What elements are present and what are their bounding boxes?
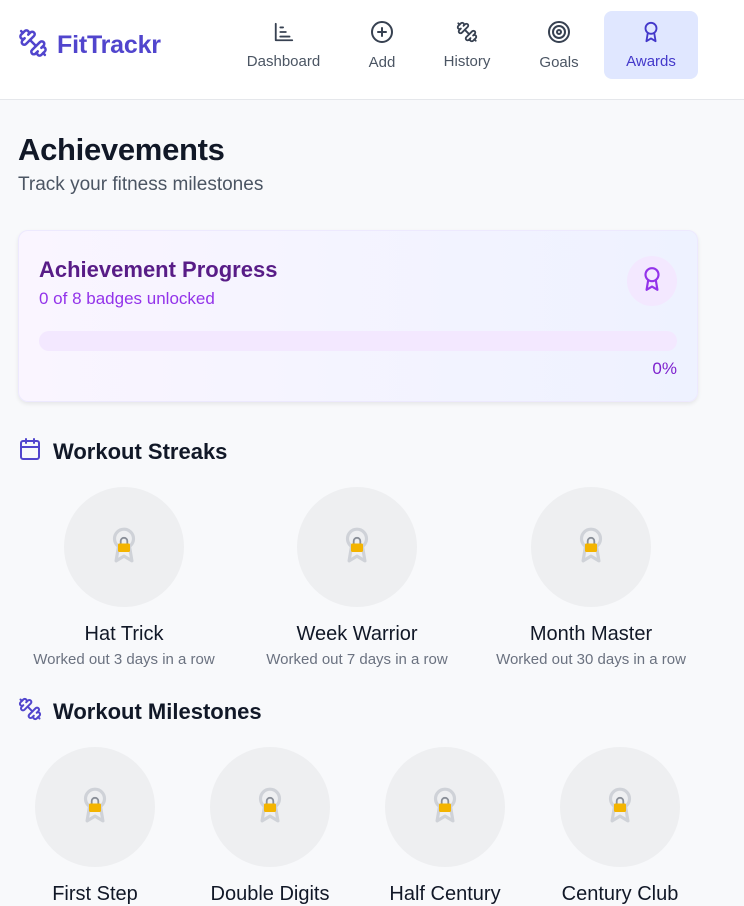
nav-label: Dashboard xyxy=(246,52,321,70)
badge-description: Worked out 3 days in a row xyxy=(33,651,215,668)
page-subtitle: Track your fitness milestones xyxy=(18,174,264,195)
page-title: Achievements xyxy=(18,132,225,167)
badge-circle xyxy=(64,487,184,607)
nav-dashboard[interactable]: Dashboard xyxy=(235,11,332,79)
award-icon xyxy=(640,21,662,48)
badge-month-master[interactable]: Month Master Worked out 30 days in a row xyxy=(481,487,701,668)
brand-name: FitTrackr xyxy=(57,31,161,59)
nav-awards[interactable]: Awards xyxy=(604,11,698,79)
badge-circle xyxy=(560,747,680,867)
lock-icon xyxy=(88,796,102,818)
calendar-icon xyxy=(18,437,42,466)
badge-name: Century Club xyxy=(561,883,679,905)
nav-label: Add xyxy=(368,53,396,71)
achievement-progress-card: Achievement Progress 0 of 8 badges unloc… xyxy=(18,230,698,402)
lock-icon xyxy=(263,796,277,818)
badge-circle xyxy=(210,747,330,867)
section-header-milestones: Workout Milestones xyxy=(18,697,262,726)
progress-bar xyxy=(39,331,677,351)
badge-hat-trick[interactable]: Hat Trick Worked out 3 days in a row xyxy=(24,487,224,668)
badge-circle xyxy=(385,747,505,867)
badge-description: Worked out 30 days in a row xyxy=(496,651,686,668)
badge-description: Worked out 7 days in a row xyxy=(266,651,448,668)
progress-title: Achievement Progress xyxy=(39,257,278,282)
badge-century-club[interactable]: Century Club xyxy=(540,747,700,906)
lock-icon xyxy=(117,536,131,558)
plus-circle-icon xyxy=(370,20,394,49)
nav-label: Awards xyxy=(626,52,676,70)
badge-circle xyxy=(35,747,155,867)
badge-circle xyxy=(531,487,651,607)
badge-circle xyxy=(297,487,417,607)
nav-add[interactable]: Add xyxy=(352,11,412,79)
progress-subtitle: 0 of 8 badges unlocked xyxy=(39,289,215,308)
section-title: Workout Streaks xyxy=(53,438,228,464)
bar-chart-icon xyxy=(273,21,295,48)
nav-label: Goals xyxy=(539,53,579,71)
badge-name: Month Master xyxy=(529,623,653,645)
lock-icon xyxy=(438,796,452,818)
dumbbell-icon xyxy=(456,21,478,48)
dumbbell-icon xyxy=(18,697,42,726)
nav-label: History xyxy=(443,52,491,70)
badge-name: Double Digits xyxy=(210,883,330,905)
badge-name: Week Warrior xyxy=(296,623,418,645)
nav-goals[interactable]: Goals xyxy=(526,11,592,79)
target-icon xyxy=(547,20,571,49)
lock-icon xyxy=(613,796,627,818)
lock-icon xyxy=(350,536,364,558)
badge-name: First Step xyxy=(52,883,138,905)
brand-logo-link[interactable]: FitTrackr xyxy=(18,28,161,63)
badge-first-step[interactable]: First Step xyxy=(15,747,175,906)
badge-double-digits[interactable]: Double Digits xyxy=(190,747,350,906)
badge-half-century[interactable]: Half Century xyxy=(365,747,525,906)
section-header-streaks: Workout Streaks xyxy=(18,437,227,466)
nav-history[interactable]: History xyxy=(430,11,504,79)
top-nav-bar: FitTrackr Dashboard Add History Goals Aw… xyxy=(0,0,744,100)
badge-week-warrior[interactable]: Week Warrior Worked out 7 days in a row xyxy=(257,487,457,668)
dumbbell-icon xyxy=(18,28,48,63)
progress-badge xyxy=(627,256,677,306)
badge-name: Hat Trick xyxy=(84,623,164,645)
progress-percent: 0% xyxy=(652,359,677,378)
section-title: Workout Milestones xyxy=(53,698,262,724)
award-icon xyxy=(639,266,665,297)
badge-name: Half Century xyxy=(389,883,501,905)
lock-icon xyxy=(584,536,598,558)
